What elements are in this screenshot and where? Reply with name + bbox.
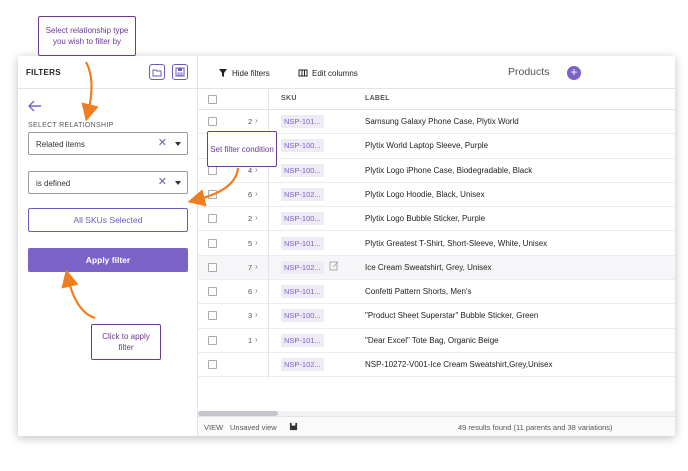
filters-sidebar: FILTERS SELECT RELATIONSHIP Related item… — [18, 56, 198, 436]
table-row[interactable]: 7 › NSP-102... Ice Cream Sweatshirt, Grey, … — [198, 255, 675, 281]
table-row[interactable]: 1 › NSP-101... "Dear Excel" Tote Bag, Organ… — [198, 329, 675, 353]
results-count: 49 results found (11 parents and 38 vari… — [458, 423, 613, 432]
label-cell: Samsung Galaxy Phone Case, Plytix World — [365, 117, 519, 126]
variant-count: 2 — [248, 117, 253, 126]
label-cell: Plytix World Laptop Sleeve, Purple — [365, 141, 489, 151]
table-row[interactable]: 3 › NSP-100... "Product Sheet Superstar" Bu… — [198, 304, 675, 329]
columns-icon — [298, 69, 308, 77]
view-selector[interactable]: Unsaved view — [230, 423, 277, 432]
variant-count: 5 — [248, 238, 253, 248]
relationship-select-value: Related items — [36, 140, 85, 149]
footer-bar: VIEW Unsaved view 49 results found (11 p… — [198, 416, 675, 436]
callout-select-relationship: Select relationship type you wish to fil… — [38, 16, 136, 56]
sku-cell[interactable]: NSP-100... — [281, 212, 324, 226]
chevron-right-icon[interactable]: › — [255, 262, 258, 271]
toolbar: Hide filters Edit columns Products + — [198, 56, 675, 89]
label-cell: Plytix Logo Hoodie, Black, Unisex — [365, 189, 485, 199]
sku-cell[interactable]: NSP-101... — [281, 285, 324, 299]
edit-columns-label: Edit columns — [312, 68, 358, 78]
callout-apply-filter: Click to apply filter — [91, 324, 161, 360]
variant-count: 6 — [248, 287, 253, 297]
sku-cell[interactable]: NSP-100... — [281, 139, 324, 153]
page-title: Products — [508, 66, 550, 78]
stage: FILTERS SELECT RELATIONSHIP Related item… — [0, 0, 688, 471]
label-cell: Plytix Logo iPhone Case, Biodegradable, … — [365, 165, 533, 175]
table-header: SKU LABEL — [198, 89, 675, 110]
chevron-right-icon[interactable]: › — [255, 116, 258, 125]
product-app: FILTERS SELECT RELATIONSHIP Related item… — [18, 56, 675, 436]
row-checkbox[interactable] — [208, 262, 217, 272]
chevron-right-icon[interactable]: › — [255, 189, 258, 198]
condition-select-value: is defined — [36, 179, 71, 188]
edit-columns-button[interactable]: Edit columns — [298, 68, 358, 78]
chevron-right-icon[interactable]: › — [255, 213, 258, 222]
caret-down-icon[interactable] — [175, 181, 181, 185]
load-filter-button[interactable] — [149, 64, 165, 80]
table-row[interactable]: 2 › NSP-100... Plytix Logo Bubble Sticker, … — [198, 207, 675, 232]
row-checkbox[interactable] — [208, 214, 217, 224]
filters-header: FILTERS — [18, 56, 198, 89]
view-label: VIEW — [204, 423, 224, 432]
clear-icon[interactable]: ✕ — [158, 177, 167, 188]
sku-cell[interactable]: NSP-101... — [281, 115, 324, 128]
apply-filter-button[interactable]: Apply filter — [28, 248, 188, 272]
row-checkbox[interactable] — [208, 117, 217, 126]
row-checkbox[interactable] — [208, 238, 217, 248]
column-header-sku[interactable]: SKU — [281, 95, 297, 102]
add-product-button[interactable]: + — [567, 66, 581, 80]
sku-cell[interactable]: NSP-102... — [281, 187, 324, 201]
chevron-right-icon[interactable]: › — [255, 286, 258, 295]
save-icon — [175, 67, 185, 77]
label-cell: Plytix Logo Bubble Sticker, Purple — [365, 214, 486, 224]
table-row[interactable]: 6 › NSP-102... Plytix Logo Hoodie, Black, U… — [198, 183, 675, 208]
label-cell: "Dear Excel" Tote Bag, Organic Beige — [365, 335, 499, 345]
all-skus-selected-button[interactable]: All SKUs Selected — [28, 208, 188, 232]
select-all-checkbox[interactable] — [208, 95, 217, 104]
chevron-right-icon[interactable]: › — [255, 310, 258, 319]
callout-set-condition: Set filter condition — [207, 131, 277, 167]
back-arrow-icon[interactable] — [28, 100, 42, 112]
column-header-label[interactable]: LABEL — [365, 95, 390, 102]
variant-count: 1 — [248, 335, 253, 345]
save-filter-button[interactable] — [172, 64, 188, 80]
variant-count: 3 — [248, 311, 253, 321]
row-checkbox[interactable] — [208, 360, 217, 369]
label-cell: "Product Sheet Superstar" Bubble Sticker… — [365, 311, 539, 321]
products-main: Hide filters Edit columns Products + SKU… — [198, 56, 675, 436]
hide-filters-button[interactable]: Hide filters — [218, 68, 270, 78]
filter-icon — [219, 69, 227, 77]
variant-count: 2 — [248, 214, 253, 224]
label-cell: Ice Cream Sweatshirt, Grey, Unisex — [365, 262, 492, 272]
clear-icon[interactable]: ✕ — [158, 138, 167, 149]
hide-filters-label: Hide filters — [232, 68, 270, 78]
chevron-right-icon[interactable]: › — [255, 335, 258, 344]
folder-icon — [152, 69, 162, 77]
save-icon[interactable] — [289, 422, 298, 431]
select-relationship-label: SELECT RELATIONSHIP — [28, 122, 114, 129]
label-cell: Plytix Greatest T-Shirt, Short-Sleeve, W… — [365, 238, 548, 248]
label-cell: NSP-10272-V001-Ice Cream Sweatshirt,Grey… — [365, 360, 553, 369]
filters-title: FILTERS — [26, 68, 61, 77]
sku-cell[interactable]: NSP-100... — [281, 309, 324, 323]
row-checkbox[interactable] — [208, 311, 217, 321]
table-row[interactable]: NSP-102... NSP-10272-V001-Ice Cream Sweat… — [198, 353, 675, 378]
variant-count: 7 — [248, 262, 253, 272]
condition-select[interactable]: is defined ✕ — [28, 171, 188, 194]
row-checkbox[interactable] — [208, 335, 217, 345]
sku-cell[interactable]: NSP-100... — [281, 163, 324, 177]
row-checkbox[interactable] — [208, 189, 217, 199]
table-row[interactable]: 5 › NSP-101... Plytix Greatest T-Shirt, Sho… — [198, 232, 675, 256]
label-cell: Confetti Pattern Shorts, Men's — [365, 287, 472, 297]
caret-down-icon[interactable] — [175, 142, 181, 146]
sku-cell[interactable]: NSP-102... — [281, 358, 324, 371]
row-checkbox[interactable] — [208, 287, 217, 297]
variant-count: 6 — [248, 189, 253, 199]
sku-cell[interactable]: NSP-102... — [281, 260, 324, 274]
chevron-right-icon[interactable]: › — [255, 238, 258, 247]
relationship-select[interactable]: Related items ✕ — [28, 132, 188, 155]
table-row[interactable]: 6 › NSP-101... Confetti Pattern Shorts, Men… — [198, 280, 675, 305]
edit-icon[interactable] — [329, 261, 339, 271]
sku-cell[interactable]: NSP-101... — [281, 236, 324, 250]
sku-cell[interactable]: NSP-101... — [281, 333, 324, 347]
